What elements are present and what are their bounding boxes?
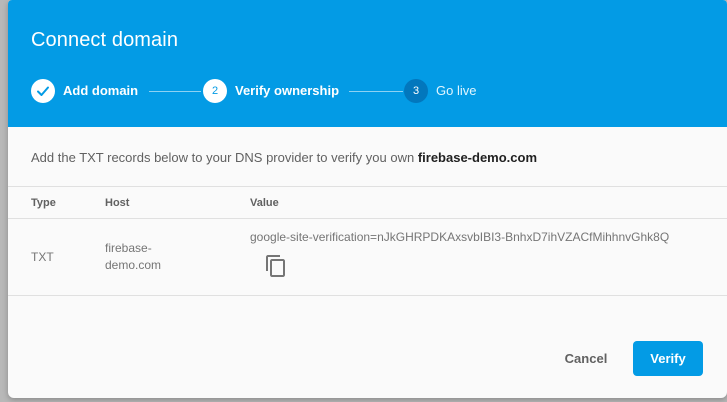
instructions-text: Add the TXT records below to your DNS pr… — [31, 150, 538, 165]
record-type: TXT — [31, 250, 54, 264]
step-1-indicator — [31, 79, 55, 103]
record-value[interactable]: google-site-verification=nJkGHRPDKAxsvbI… — [250, 230, 669, 244]
step-connector-1 — [149, 91, 201, 92]
check-icon — [37, 86, 49, 96]
divider — [8, 186, 727, 187]
dialog-header: Connect domain Add domain 2 Verify owner… — [8, 0, 727, 127]
step-3-indicator: 3 — [404, 79, 428, 103]
step-2-indicator: 2 — [203, 79, 227, 103]
record-host-line1: firebase- — [105, 241, 152, 255]
stepper: Add domain 2 Verify ownership 3 Go live — [31, 79, 531, 103]
dialog-title: Connect domain — [31, 29, 179, 51]
copy-icon — [266, 255, 285, 277]
cancel-button[interactable]: Cancel — [550, 341, 622, 376]
column-header-value: Value — [250, 197, 279, 209]
copy-value-button[interactable] — [264, 254, 288, 278]
column-header-type: Type — [31, 197, 56, 209]
record-host-line2: demo.com — [105, 258, 162, 272]
connect-domain-dialog: Connect domain Add domain 2 Verify owner… — [8, 0, 727, 398]
verify-button[interactable]: Verify — [633, 341, 703, 376]
divider — [8, 295, 727, 296]
step-1-label: Add domain — [63, 83, 139, 98]
step-3-label: Go live — [436, 83, 477, 98]
column-header-host: Host — [105, 197, 130, 209]
domain-name: firebase-demo.com — [417, 150, 538, 165]
step-2-label: Verify ownership — [235, 83, 340, 98]
step-connector-2 — [349, 91, 403, 92]
divider — [8, 218, 727, 219]
